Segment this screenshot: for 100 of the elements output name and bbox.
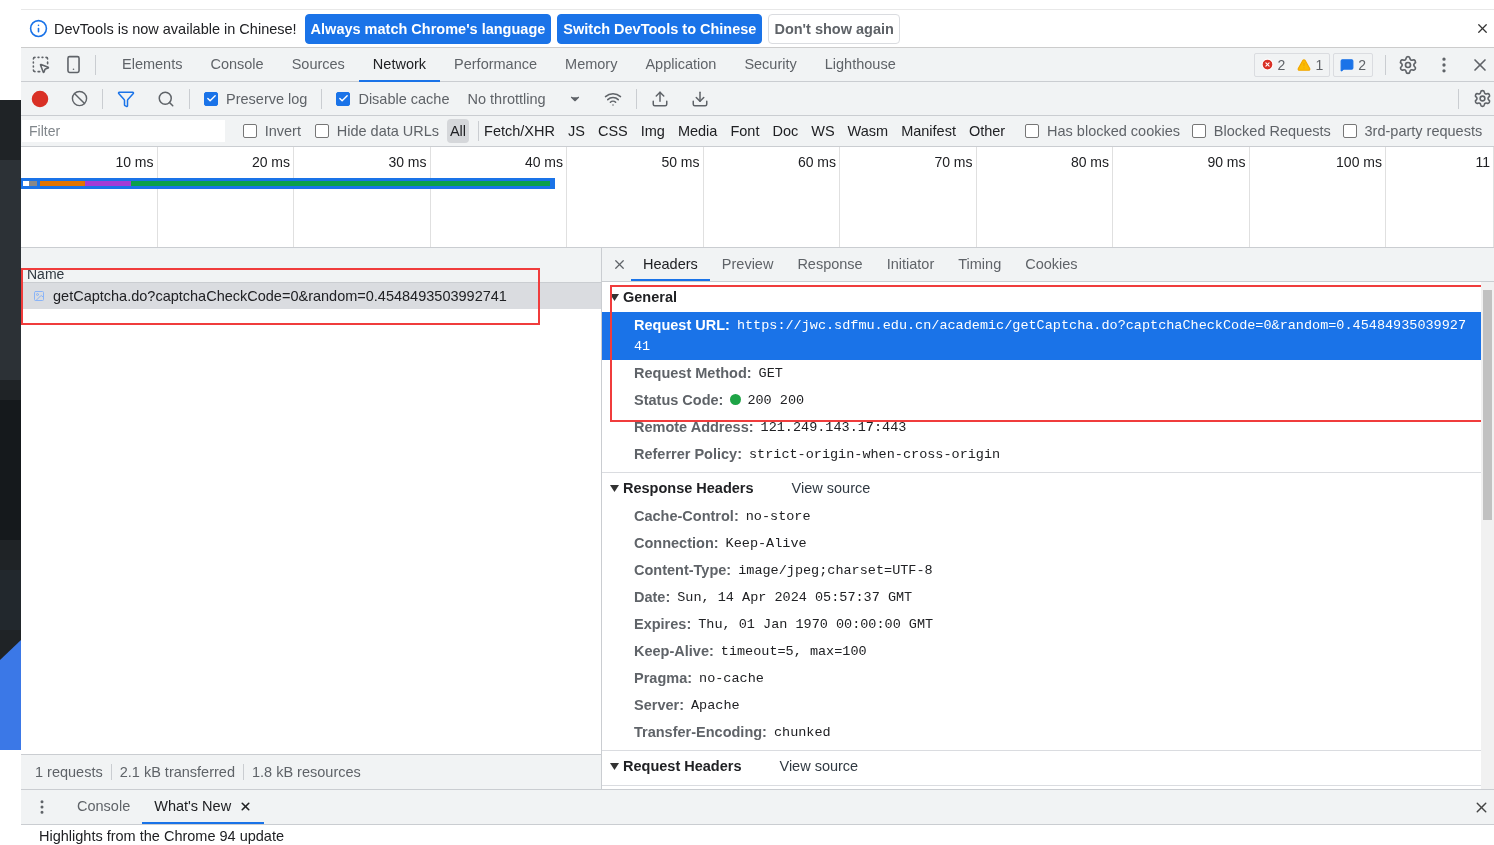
header-row: Request URL: https://jwc.sdfmu.edu.cn/academic/getCaptcha.do?captchaCheckCode=0&random=0.4548493503992741 (602, 312, 1481, 360)
drawer-tab[interactable]: Console (65, 790, 143, 824)
detail-tab[interactable]: Headers (631, 248, 710, 281)
header-row-text: Remote Address: 121.249.143.17:443 (633, 418, 908, 437)
filter-option-checkbox[interactable]: Has blocked cookies (1025, 123, 1181, 139)
detail-tab[interactable]: Response (785, 248, 875, 281)
detail-tab[interactable]: Preview (709, 248, 786, 281)
preserve-log-checkbox[interactable]: Preserve log (204, 90, 308, 107)
header-row-text: Status Code: 200 200 (633, 391, 806, 410)
panel-tab[interactable]: Console (196, 47, 278, 82)
type-filter[interactable]: Img (637, 119, 668, 143)
type-filter[interactable]: Wasm (844, 119, 892, 143)
type-filter[interactable]: Doc (769, 119, 802, 143)
info-icon[interactable] (29, 19, 48, 38)
time-tick: 70 ms (934, 154, 973, 170)
inspect-icon[interactable] (31, 55, 50, 74)
summary-text: 2.1 kB transferred (111, 764, 244, 780)
checkbox[interactable] (204, 91, 218, 106)
close-icon[interactable] (1475, 21, 1490, 36)
time-tick: 10 ms (115, 154, 154, 170)
checkbox[interactable] (314, 124, 329, 138)
time-tick: 100 ms (1336, 154, 1382, 170)
detail-tab[interactable]: Cookies (1013, 248, 1090, 281)
header-row-text: Referrer Policy: strict-origin-when-cross-origin (633, 445, 1002, 464)
issues-badge[interactable]: 2 1 (1253, 52, 1331, 77)
settings-icon[interactable] (1398, 54, 1418, 75)
triangle-icon[interactable] (610, 292, 619, 302)
header-row-text: Expires: Thu, 01 Jan 1970 00:00:00 GMT (633, 615, 935, 634)
type-filter[interactable]: Manifest (898, 119, 959, 143)
header-row-text: Pragma: no-cache (633, 669, 765, 688)
device-icon[interactable] (64, 55, 83, 74)
throttling-select[interactable]: No throttling (467, 90, 582, 107)
image-icon (33, 290, 45, 302)
header-row-text: Keep-Alive: timeout=5, max=100 (633, 642, 868, 661)
panel-tab[interactable]: Application (631, 47, 731, 82)
scrollbar[interactable] (1481, 282, 1494, 789)
type-filter[interactable]: CSS (594, 119, 631, 143)
header-row-text: Transfer-Encoding: chunked (633, 723, 832, 742)
drawer-tab[interactable]: What's New (142, 790, 265, 824)
column-header[interactable]: Name (27, 266, 65, 282)
time-tick: 80 ms (1070, 154, 1109, 170)
time-tick: 50 ms (661, 154, 700, 170)
summary-text: 1 requests (27, 764, 112, 780)
type-filter[interactable]: Other (965, 119, 1009, 143)
messages-badge[interactable]: 2 (1333, 52, 1373, 77)
checkbox[interactable] (1191, 124, 1206, 138)
disable-cache-checkbox[interactable]: Disable cache (336, 90, 450, 107)
section-title[interactable]: Request Headers (623, 758, 742, 774)
section-title[interactable]: General (623, 289, 677, 305)
panel-tab[interactable]: Performance (440, 47, 552, 82)
view-source-link[interactable]: View source (779, 758, 859, 774)
checkbox[interactable] (1342, 124, 1357, 138)
checkbox[interactable] (242, 124, 257, 138)
checkbox[interactable] (1025, 124, 1040, 138)
filter-icon[interactable] (117, 89, 135, 108)
view-source-link[interactable]: View source (791, 480, 871, 496)
panel-tab[interactable]: Elements (108, 47, 197, 82)
search-icon[interactable] (157, 89, 175, 108)
checkbox[interactable] (336, 91, 351, 106)
type-filter[interactable]: WS (808, 119, 838, 143)
infobar-button[interactable]: Always match Chrome's language (304, 13, 552, 44)
request-row[interactable]: getCaptcha.do?captchaCheckCode=0&random=0.4548493503992741 (21, 283, 601, 309)
time-tick: 30 ms (388, 154, 427, 170)
header-row-text: Date: Sun, 14 Apr 2024 05:57:37 GMT (633, 588, 914, 607)
infobar-button[interactable]: Switch DevTools to Chinese (557, 13, 763, 44)
type-filter[interactable]: Fetch/XHR (481, 119, 558, 143)
invert-checkbox[interactable]: Invert (242, 123, 301, 139)
hide-data-urls-checkbox[interactable]: Hide data URLs (314, 123, 440, 139)
upload-icon[interactable] (650, 89, 669, 108)
filter-option-checkbox[interactable]: Blocked Requests (1191, 123, 1331, 139)
header-row-text: Content-Type: image/jpeg;charset=UTF-8 (633, 561, 934, 580)
drawer-text: Highlights from the Chrome 94 update (38, 827, 286, 845)
triangle-icon[interactable] (610, 761, 619, 771)
infobar-message: DevTools is now available in Chinese! (54, 20, 297, 37)
time-tick: 20 ms (251, 154, 290, 170)
filter-field[interactable]: Filter (22, 120, 225, 142)
type-filter[interactable]: All (446, 119, 470, 143)
infobar-button[interactable]: Don't show again (768, 13, 900, 44)
panel-tab[interactable]: Lighthouse (810, 47, 910, 82)
panel-tab[interactable]: Memory (551, 47, 632, 82)
summary-text: 1.8 kB resources (250, 764, 362, 780)
header-row-text: Server: Apache (633, 696, 741, 715)
type-filter[interactable]: Font (727, 119, 763, 143)
panel-tab[interactable]: Security (730, 47, 811, 82)
triangle-icon[interactable] (610, 483, 619, 493)
download-icon[interactable] (690, 89, 709, 108)
time-tick: 90 ms (1207, 154, 1246, 170)
type-filter[interactable]: JS (565, 119, 588, 143)
record-icon[interactable] (31, 89, 49, 108)
section-title[interactable]: Response Headers (623, 480, 754, 496)
detail-tab[interactable]: Timing (946, 248, 1014, 281)
filter-option-checkbox[interactable]: 3rd-party requests (1342, 123, 1483, 139)
clear-icon[interactable] (71, 90, 88, 107)
settings-icon[interactable] (1473, 89, 1492, 108)
time-tick: 40 ms (524, 154, 563, 170)
header-row-text: Request Method: GET (633, 364, 784, 383)
panel-tab[interactable]: Sources (277, 47, 359, 82)
header-row-text: Cache-Control: no-store (633, 507, 812, 526)
detail-tab[interactable]: Initiator (874, 248, 947, 281)
type-filter[interactable]: Media (674, 119, 721, 143)
